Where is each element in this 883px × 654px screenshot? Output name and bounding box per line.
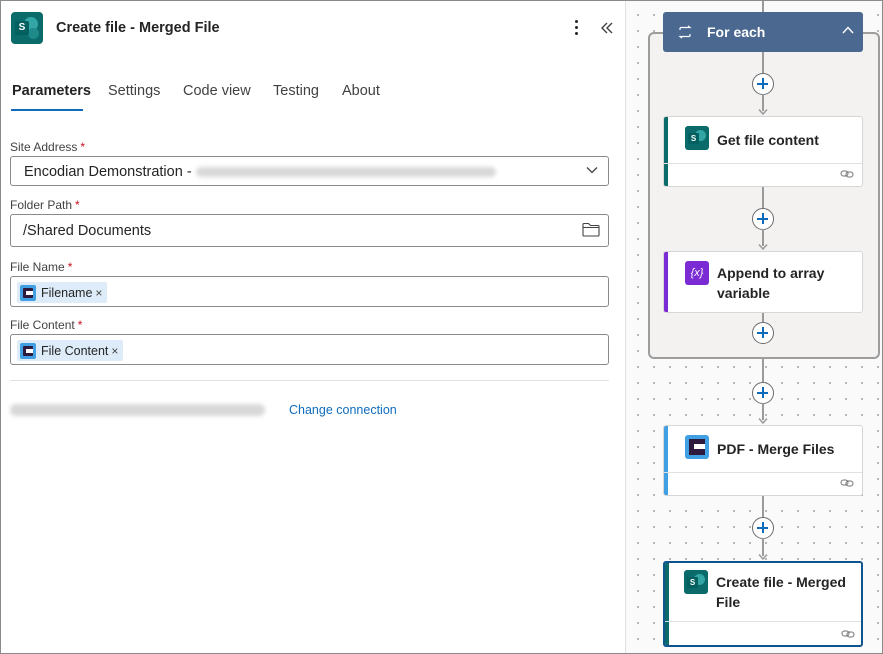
- arrow-down-icon: [758, 109, 768, 115]
- change-connection-link[interactable]: Change connection: [289, 403, 397, 417]
- foreach-header[interactable]: For each: [663, 12, 863, 52]
- connector-line: [762, 1, 764, 12]
- action-card-append-to-array-variable[interactable]: {x} Append to array variable: [663, 251, 863, 313]
- arrow-down-icon: [758, 244, 768, 250]
- panel-title: Create file - Merged File: [56, 20, 220, 36]
- tab-code-view[interactable]: Code view: [183, 83, 251, 99]
- connector-line: [762, 52, 764, 74]
- tab-parameters[interactable]: Parameters: [12, 83, 91, 99]
- encodian-icon: [20, 284, 36, 301]
- card-label: Create file - Merged File: [716, 574, 846, 610]
- file-content-token[interactable]: File Content ×: [17, 340, 124, 361]
- remove-token-icon[interactable]: ×: [111, 344, 118, 358]
- action-card-get-file-content[interactable]: Get file content: [663, 116, 863, 187]
- filename-token[interactable]: Filename ×: [17, 282, 108, 303]
- folder-path-value: /Shared Documents: [23, 223, 152, 239]
- file-content-input[interactable]: File Content ×: [10, 334, 609, 365]
- link-icon: [841, 630, 855, 638]
- action-card-pdf-merge-files[interactable]: PDF - Merge Files: [663, 425, 863, 496]
- add-action-icon[interactable]: [752, 517, 774, 539]
- connector-line: [762, 359, 764, 383]
- chevron-up-icon[interactable]: [842, 25, 854, 35]
- encodian-icon: [685, 435, 709, 459]
- collapse-panel-icon[interactable]: [599, 18, 615, 38]
- connector-line: [762, 496, 764, 518]
- app-window: S Create file - Merged File Parameters S…: [0, 0, 883, 654]
- sharepoint-icon: [684, 570, 708, 594]
- action-properties-panel: S Create file - Merged File Parameters S…: [1, 1, 625, 653]
- loop-icon: [678, 25, 692, 39]
- card-label: Get file content: [717, 132, 819, 148]
- variable-icon: {x}: [685, 261, 709, 285]
- sharepoint-icon: [685, 126, 709, 150]
- redacted-url: [195, 167, 496, 178]
- action-card-create-file-merged-file[interactable]: Create file - Merged File: [663, 561, 863, 647]
- connector-line: [762, 187, 764, 209]
- file-name-input[interactable]: Filename ×: [10, 276, 609, 307]
- site-address-value: Encodian Demonstration -: [24, 164, 192, 180]
- active-tab-indicator: [11, 109, 83, 111]
- folder-path-input[interactable]: /Shared Documents: [10, 214, 609, 247]
- add-action-icon[interactable]: [752, 73, 774, 95]
- tab-about[interactable]: About: [342, 83, 380, 99]
- link-icon: [840, 479, 854, 487]
- arrow-down-icon: [758, 418, 768, 424]
- folder-icon[interactable]: [582, 222, 600, 237]
- arrow-down-icon: [758, 554, 768, 560]
- folder-path-label: Folder Path *: [10, 198, 80, 212]
- divider: [10, 380, 609, 381]
- more-options-icon[interactable]: [567, 18, 585, 38]
- chevron-down-icon: [586, 167, 598, 174]
- tab-testing[interactable]: Testing: [273, 83, 319, 99]
- link-icon: [840, 170, 854, 178]
- card-label: PDF - Merge Files: [717, 441, 835, 457]
- encodian-icon: [20, 342, 36, 359]
- redacted-connection-info: [10, 404, 265, 416]
- card-label: Append to array variable: [717, 265, 825, 301]
- sharepoint-icon: S: [11, 12, 43, 44]
- remove-token-icon[interactable]: ×: [95, 286, 102, 300]
- site-address-dropdown[interactable]: Encodian Demonstration -: [10, 156, 609, 186]
- tab-settings[interactable]: Settings: [108, 83, 160, 99]
- file-content-label: File Content *: [10, 318, 83, 332]
- add-action-icon[interactable]: [752, 322, 774, 344]
- flow-canvas[interactable]: For each Get file content {x} Append to …: [626, 1, 882, 653]
- site-address-label: Site Address *: [10, 140, 86, 154]
- file-name-label: File Name *: [10, 260, 73, 274]
- add-action-icon[interactable]: [752, 382, 774, 404]
- foreach-title: For each: [707, 24, 766, 40]
- add-action-icon[interactable]: [752, 208, 774, 230]
